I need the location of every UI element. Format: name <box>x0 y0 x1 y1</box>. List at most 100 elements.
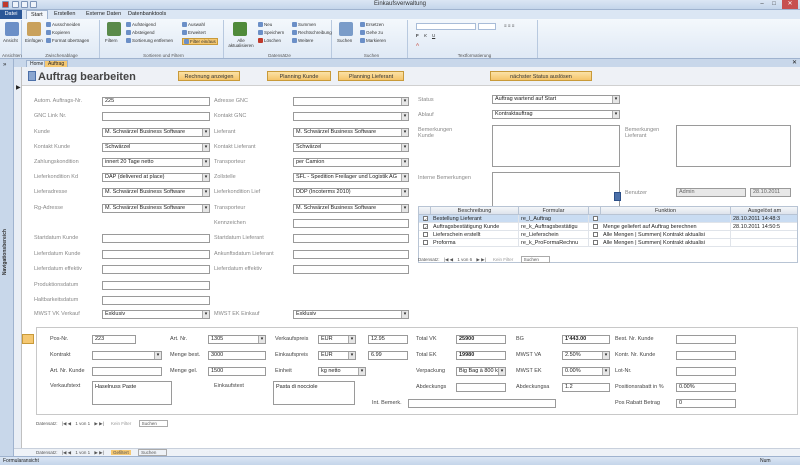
left-date-input[interactable] <box>102 250 210 259</box>
nav-search[interactable]: Suchen <box>138 449 168 456</box>
einkaufspreis-field[interactable]: 6.99 <box>368 351 408 360</box>
mwst-ek-pos-select[interactable]: 0.00% <box>562 367 610 376</box>
middle-field-input[interactable]: M. Schwärzel Business Software <box>293 204 409 213</box>
nav-filter[interactable]: Kein Filter <box>111 421 131 426</box>
record-nav-inner[interactable]: Datensatz: |◀ ◀ 1 von 1 ▶ ▶| Gefiltert S… <box>36 449 168 456</box>
row-checkbox[interactable] <box>423 240 428 245</box>
neu-button[interactable]: Neu <box>258 22 272 28</box>
nav-search[interactable]: Suchen <box>138 420 168 427</box>
left-field-input[interactable]: M. Schwärzel Business Software <box>102 128 210 137</box>
tab-datei[interactable]: Datei <box>0 10 22 19</box>
summen-button[interactable]: Summen <box>292 22 316 28</box>
abdeckungs-field[interactable] <box>456 383 506 392</box>
row-flag-checkbox[interactable] <box>593 224 598 229</box>
loeschen-button[interactable]: Löschen <box>258 38 281 44</box>
middle-field-input[interactable]: M. Schwärzel Business Software <box>293 128 409 137</box>
ansicht-button[interactable]: Ansicht <box>3 38 18 43</box>
verkaufstext-field[interactable]: Haselnuss Paste <box>92 381 172 405</box>
left-field-input[interactable]: innert 20 Tage netto <box>102 158 210 167</box>
kopieren-button[interactable]: Kopieren <box>46 30 70 36</box>
positionsrabatt-field[interactable]: 0.00% <box>676 383 736 392</box>
naechster-status-button[interactable]: nächster Status auslösen <box>490 71 592 81</box>
vk-waehrung-select[interactable]: EUR <box>318 335 356 344</box>
align-icon[interactable]: ≡ ≡ ≡ <box>504 23 514 28</box>
left-field-input[interactable]: DAP (delivered at place) <box>102 173 210 182</box>
minimize-button[interactable]: – <box>756 0 768 9</box>
artnr-select[interactable]: 1305 <box>208 335 266 344</box>
nav-next-icon[interactable]: ▶ ▶| <box>94 421 103 426</box>
left-date-input[interactable] <box>102 281 210 290</box>
alle-aktualisieren-button[interactable]: Alle aktualisieren <box>228 38 254 48</box>
middle-field-input[interactable]: Schwärzel <box>293 143 409 152</box>
aufsteigend-button[interactable]: Aufsteigend <box>126 22 156 28</box>
verkaufspreis-field[interactable]: 12.95 <box>368 335 408 344</box>
absteigend-button[interactable]: Absteigend <box>126 30 155 36</box>
rechnung-anzeigen-button[interactable]: Rechnung anzeigen <box>178 71 240 81</box>
expand-icon[interactable]: » <box>3 62 6 68</box>
left-field-input[interactable]: 225 <box>102 97 210 106</box>
left-field-input[interactable]: M. Schwärzel Business Software <box>102 204 210 213</box>
tab-start[interactable]: Start <box>26 10 48 19</box>
best-kunde-field[interactable] <box>676 335 736 344</box>
kontr-kunde-field[interactable] <box>676 351 736 360</box>
middle-date-input[interactable] <box>293 219 409 228</box>
bemerkungen-kunde-field[interactable] <box>492 125 620 167</box>
ablauf-select[interactable]: Kontraktauftrag <box>492 110 620 119</box>
row-flag-checkbox[interactable] <box>593 216 598 221</box>
kontrakt-select[interactable] <box>92 351 162 360</box>
middle-date-input[interactable] <box>293 250 409 259</box>
middle-date-input[interactable] <box>293 265 409 274</box>
suchen-button[interactable]: Suchen <box>337 38 352 43</box>
italic-button[interactable]: K <box>424 33 427 38</box>
mwst-vk-select[interactable]: Exklusiv <box>102 310 210 319</box>
planning-kunde-button[interactable]: Planning Kunde <box>267 71 331 81</box>
filtern-button[interactable]: Filtern <box>105 38 118 43</box>
einkaufstext-field[interactable]: Pasta di nocciole <box>273 381 355 405</box>
position-record-selector[interactable] <box>22 334 34 344</box>
subtable-record-nav[interactable]: Datensatz: |◀ ◀ 1 von 6 ▶ ▶| Kein Filter… <box>418 256 550 263</box>
posnr-field[interactable]: 223 <box>92 335 136 344</box>
font-select[interactable] <box>416 23 476 30</box>
table-row[interactable]: ✓ Auftragsbestätigung Kunde re_k_Auftragsb… <box>419 223 797 231</box>
verpackung-select[interactable]: Big Bag à 800 kg <box>456 367 506 376</box>
mwst-va-select[interactable]: 2.50% <box>562 351 610 360</box>
markieren-button[interactable]: Markieren <box>360 38 386 44</box>
close-button[interactable]: ✕ <box>782 0 798 9</box>
nav-filter[interactable]: Kein Filter <box>493 257 513 262</box>
subtable-header[interactable]: Ausgelöst am <box>731 207 797 215</box>
nav-first-icon[interactable]: |◀ ◀ <box>62 450 71 455</box>
format-button[interactable]: Format übertragen <box>46 38 89 44</box>
bold-button[interactable]: F <box>416 33 419 38</box>
einfuegen-button[interactable]: Einfügen <box>25 38 43 43</box>
auswahl-button[interactable]: Auswahl <box>182 22 205 28</box>
table-row[interactable]: ✓ Bestellung Lieferant re_l_Auftrag 28.10.2… <box>419 215 797 223</box>
middle-field-input[interactable]: per Camion <box>293 158 409 167</box>
middle-field-input[interactable] <box>293 112 409 121</box>
int-bemerk-field[interactable] <box>408 399 556 408</box>
lotnr-field[interactable] <box>676 367 736 376</box>
subtable-header[interactable]: Formular <box>519 207 589 215</box>
speichern-button[interactable]: Speichern <box>258 30 284 36</box>
nav-first-icon[interactable]: |◀ ◀ <box>444 257 453 262</box>
left-field-input[interactable] <box>102 112 210 121</box>
nav-first-icon[interactable]: |◀ ◀ <box>62 421 71 426</box>
underline-button[interactable]: U <box>432 33 435 38</box>
nav-position[interactable]: 1 von 1 <box>75 421 90 426</box>
left-date-input[interactable] <box>102 265 210 274</box>
middle-field-input[interactable]: SFL - Spedition Freilager und Logistik A… <box>293 173 409 182</box>
subtable-header[interactable]: Beschreibung <box>431 207 519 215</box>
document-icon[interactable] <box>614 192 621 201</box>
subtable-header[interactable] <box>419 207 431 215</box>
menge-best-field[interactable]: 3000 <box>208 351 266 360</box>
table-row[interactable]: Lieferschein erstellt re_Lieferschein Alle… <box>419 231 797 239</box>
artkunde-field[interactable] <box>92 367 162 376</box>
einheit-select[interactable]: kg netto <box>318 367 366 376</box>
rechtschreibung-button[interactable]: Rechtschreibung <box>292 30 332 36</box>
font-color-button[interactable]: A <box>416 42 419 47</box>
planning-lieferant-button[interactable]: Planning Lieferant <box>338 71 404 81</box>
left-date-input[interactable] <box>102 296 210 305</box>
tab-externe-daten[interactable]: Externe Daten <box>82 10 125 19</box>
nav-position[interactable]: 1 von 6 <box>457 257 472 262</box>
mwst-ek-select[interactable]: Exklusiv <box>293 310 409 319</box>
navigation-pane[interactable]: » Navigationsbereich <box>0 59 14 457</box>
